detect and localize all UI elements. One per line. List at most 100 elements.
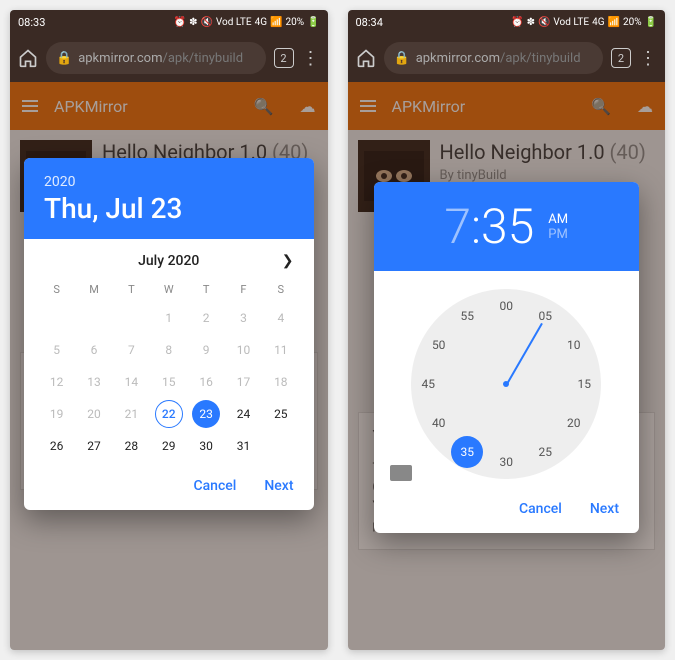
dow-label: S (38, 277, 75, 302)
lock-icon: 🔒 (56, 51, 72, 66)
clock-minute-mark[interactable]: 05 (531, 302, 559, 330)
url-path: /apk/tinybuild (500, 51, 581, 66)
calendar-day[interactable]: 15 (150, 366, 187, 398)
am-toggle[interactable]: AM (548, 212, 568, 227)
url-path: /apk/tinybuild (162, 51, 243, 66)
signal-icon: 📶 (608, 17, 620, 28)
calendar-day[interactable]: 9 (187, 334, 224, 366)
clock-minute-mark[interactable]: 20 (560, 409, 588, 437)
battery-label: 20% (623, 17, 642, 28)
calendar-day[interactable]: 18 (262, 366, 299, 398)
calendar-day[interactable]: 26 (38, 430, 75, 462)
menu-dots-icon[interactable]: ⋮ (302, 48, 320, 69)
calendar-day[interactable]: 8 (150, 334, 187, 366)
dow-label: T (113, 277, 150, 302)
status-icons: ⏰ ✽ 🔇 Vod LTE 4G 📶 20% 🔋 (174, 17, 320, 28)
clock-minute-mark[interactable]: 40 (425, 409, 453, 437)
net-label: 4G (255, 17, 267, 28)
calendar-day[interactable]: 28 (113, 430, 150, 462)
status-time: 08:34 (356, 16, 383, 29)
time-picker-header: 7:35 AM PM (374, 182, 640, 271)
mute-icon: 🔇 (538, 17, 550, 28)
net-label: 4G (592, 17, 604, 28)
clock-minute-mark[interactable]: 45 (414, 370, 442, 398)
clock-minute-mark[interactable]: 25 (531, 438, 559, 466)
clock-minute-mark[interactable]: 10 (560, 331, 588, 359)
date-cancel-button[interactable]: Cancel (194, 478, 237, 494)
calendar-day[interactable]: 1 (150, 302, 187, 334)
calendar-day[interactable]: 31 (225, 430, 262, 462)
home-icon[interactable] (356, 48, 376, 68)
keyboard-input-icon[interactable] (390, 465, 412, 481)
clock-minute-mark[interactable]: 50 (425, 331, 453, 359)
dow-label: M (75, 277, 112, 302)
calendar-day[interactable]: 6 (75, 334, 112, 366)
statusbar: 08:34 ⏰ ✽ 🔇 Vod LTE 4G 📶 20% 🔋 (348, 10, 666, 34)
alarm-icon: ⏰ (511, 17, 523, 28)
clock-face[interactable]: 00 0510 15 2025 30 3540 45 5055 (411, 289, 601, 479)
clock-minute-mark[interactable]: 00 (492, 292, 520, 320)
calendar-day[interactable]: 13 (75, 366, 112, 398)
calendar-day[interactable]: 17 (225, 366, 262, 398)
url-bar[interactable]: 🔒 apkmirror.com/apk/tinybuild (384, 42, 604, 74)
calendar-day[interactable]: 12 (38, 366, 75, 398)
calendar-day (75, 302, 112, 334)
clock-minute-mark[interactable]: 55 (453, 302, 481, 330)
time-picker-dialog: 7:35 AM PM 000510152025303540455055 Canc… (374, 182, 640, 533)
clock-selected-minute[interactable]: 35 (451, 436, 483, 468)
calendar-grid: SMTWTFS 12345678910111213141516171819202… (24, 277, 314, 464)
calendar-day (113, 302, 150, 334)
calendar-day[interactable]: 5 (38, 334, 75, 366)
date-picker-header: 2020 Thu, Jul 23 (24, 158, 314, 239)
pm-toggle[interactable]: PM (548, 227, 568, 242)
time-cancel-button[interactable]: Cancel (519, 501, 562, 517)
url-bar[interactable]: 🔒 apkmirror.com/apk/tinybuild (46, 42, 266, 74)
calendar-day[interactable]: 4 (262, 302, 299, 334)
browser-toolbar: 🔒 apkmirror.com/apk/tinybuild 2 ⋮ (10, 34, 328, 82)
month-label: July 2020 (138, 253, 199, 269)
battery-icon: 🔋 (307, 17, 319, 28)
date-year[interactable]: 2020 (44, 174, 294, 190)
calendar-day[interactable]: 25 (262, 398, 299, 430)
tab-count[interactable]: 2 (274, 48, 294, 68)
clock-minute-mark[interactable]: 15 (570, 370, 598, 398)
battery-label: 20% (285, 17, 304, 28)
calendar-day[interactable]: 24 (225, 398, 262, 430)
carrier-label: Vod LTE (553, 17, 589, 28)
date-next-button[interactable]: Next (264, 478, 293, 494)
calendar-day[interactable]: 30 (187, 430, 224, 462)
signal-icon: 📶 (270, 17, 282, 28)
clock-minute-mark[interactable]: 30 (492, 448, 520, 476)
menu-dots-icon[interactable]: ⋮ (639, 48, 657, 69)
calendar-day[interactable]: 16 (187, 366, 224, 398)
status-icons: ⏰ ✽ 🔇 Vod LTE 4G 📶 20% 🔋 (511, 17, 657, 28)
calendar-day[interactable]: 10 (225, 334, 262, 366)
calendar-day[interactable]: 19 (38, 398, 75, 430)
calendar-day[interactable]: 14 (113, 366, 150, 398)
calendar-day[interactable]: 7 (113, 334, 150, 366)
calendar-day[interactable]: 20 (75, 398, 112, 430)
date-picker-dialog: 2020 Thu, Jul 23 July 2020 ❯ SMTWTFS 123… (24, 158, 314, 510)
time-minute[interactable]: 35 (481, 198, 534, 255)
calendar-day[interactable]: 21 (113, 398, 150, 430)
time-next-button[interactable]: Next (590, 501, 619, 517)
calendar-day[interactable]: 2 (187, 302, 224, 334)
status-time: 08:33 (18, 16, 45, 29)
next-month-button[interactable]: ❯ (282, 253, 294, 269)
calendar-day[interactable]: 22 (150, 398, 187, 430)
phone-left: 08:33 ⏰ ✽ 🔇 Vod LTE 4G 📶 20% 🔋 🔒 apkmirr… (10, 10, 328, 650)
date-full[interactable]: Thu, Jul 23 (44, 192, 294, 225)
calendar-day (38, 302, 75, 334)
calendar-day[interactable]: 29 (150, 430, 187, 462)
tab-count[interactable]: 2 (611, 48, 631, 68)
calendar-day[interactable]: 27 (75, 430, 112, 462)
home-icon[interactable] (18, 48, 38, 68)
calendar-day[interactable]: 23 (187, 398, 224, 430)
battery-icon: 🔋 (645, 17, 657, 28)
time-hour[interactable]: 7 (444, 198, 471, 255)
alarm-icon: ⏰ (174, 17, 186, 28)
calendar-day[interactable]: 11 (262, 334, 299, 366)
carrier-label: Vod LTE (216, 17, 252, 28)
calendar-day[interactable]: 3 (225, 302, 262, 334)
bluetooth-icon: ✽ (189, 17, 197, 28)
